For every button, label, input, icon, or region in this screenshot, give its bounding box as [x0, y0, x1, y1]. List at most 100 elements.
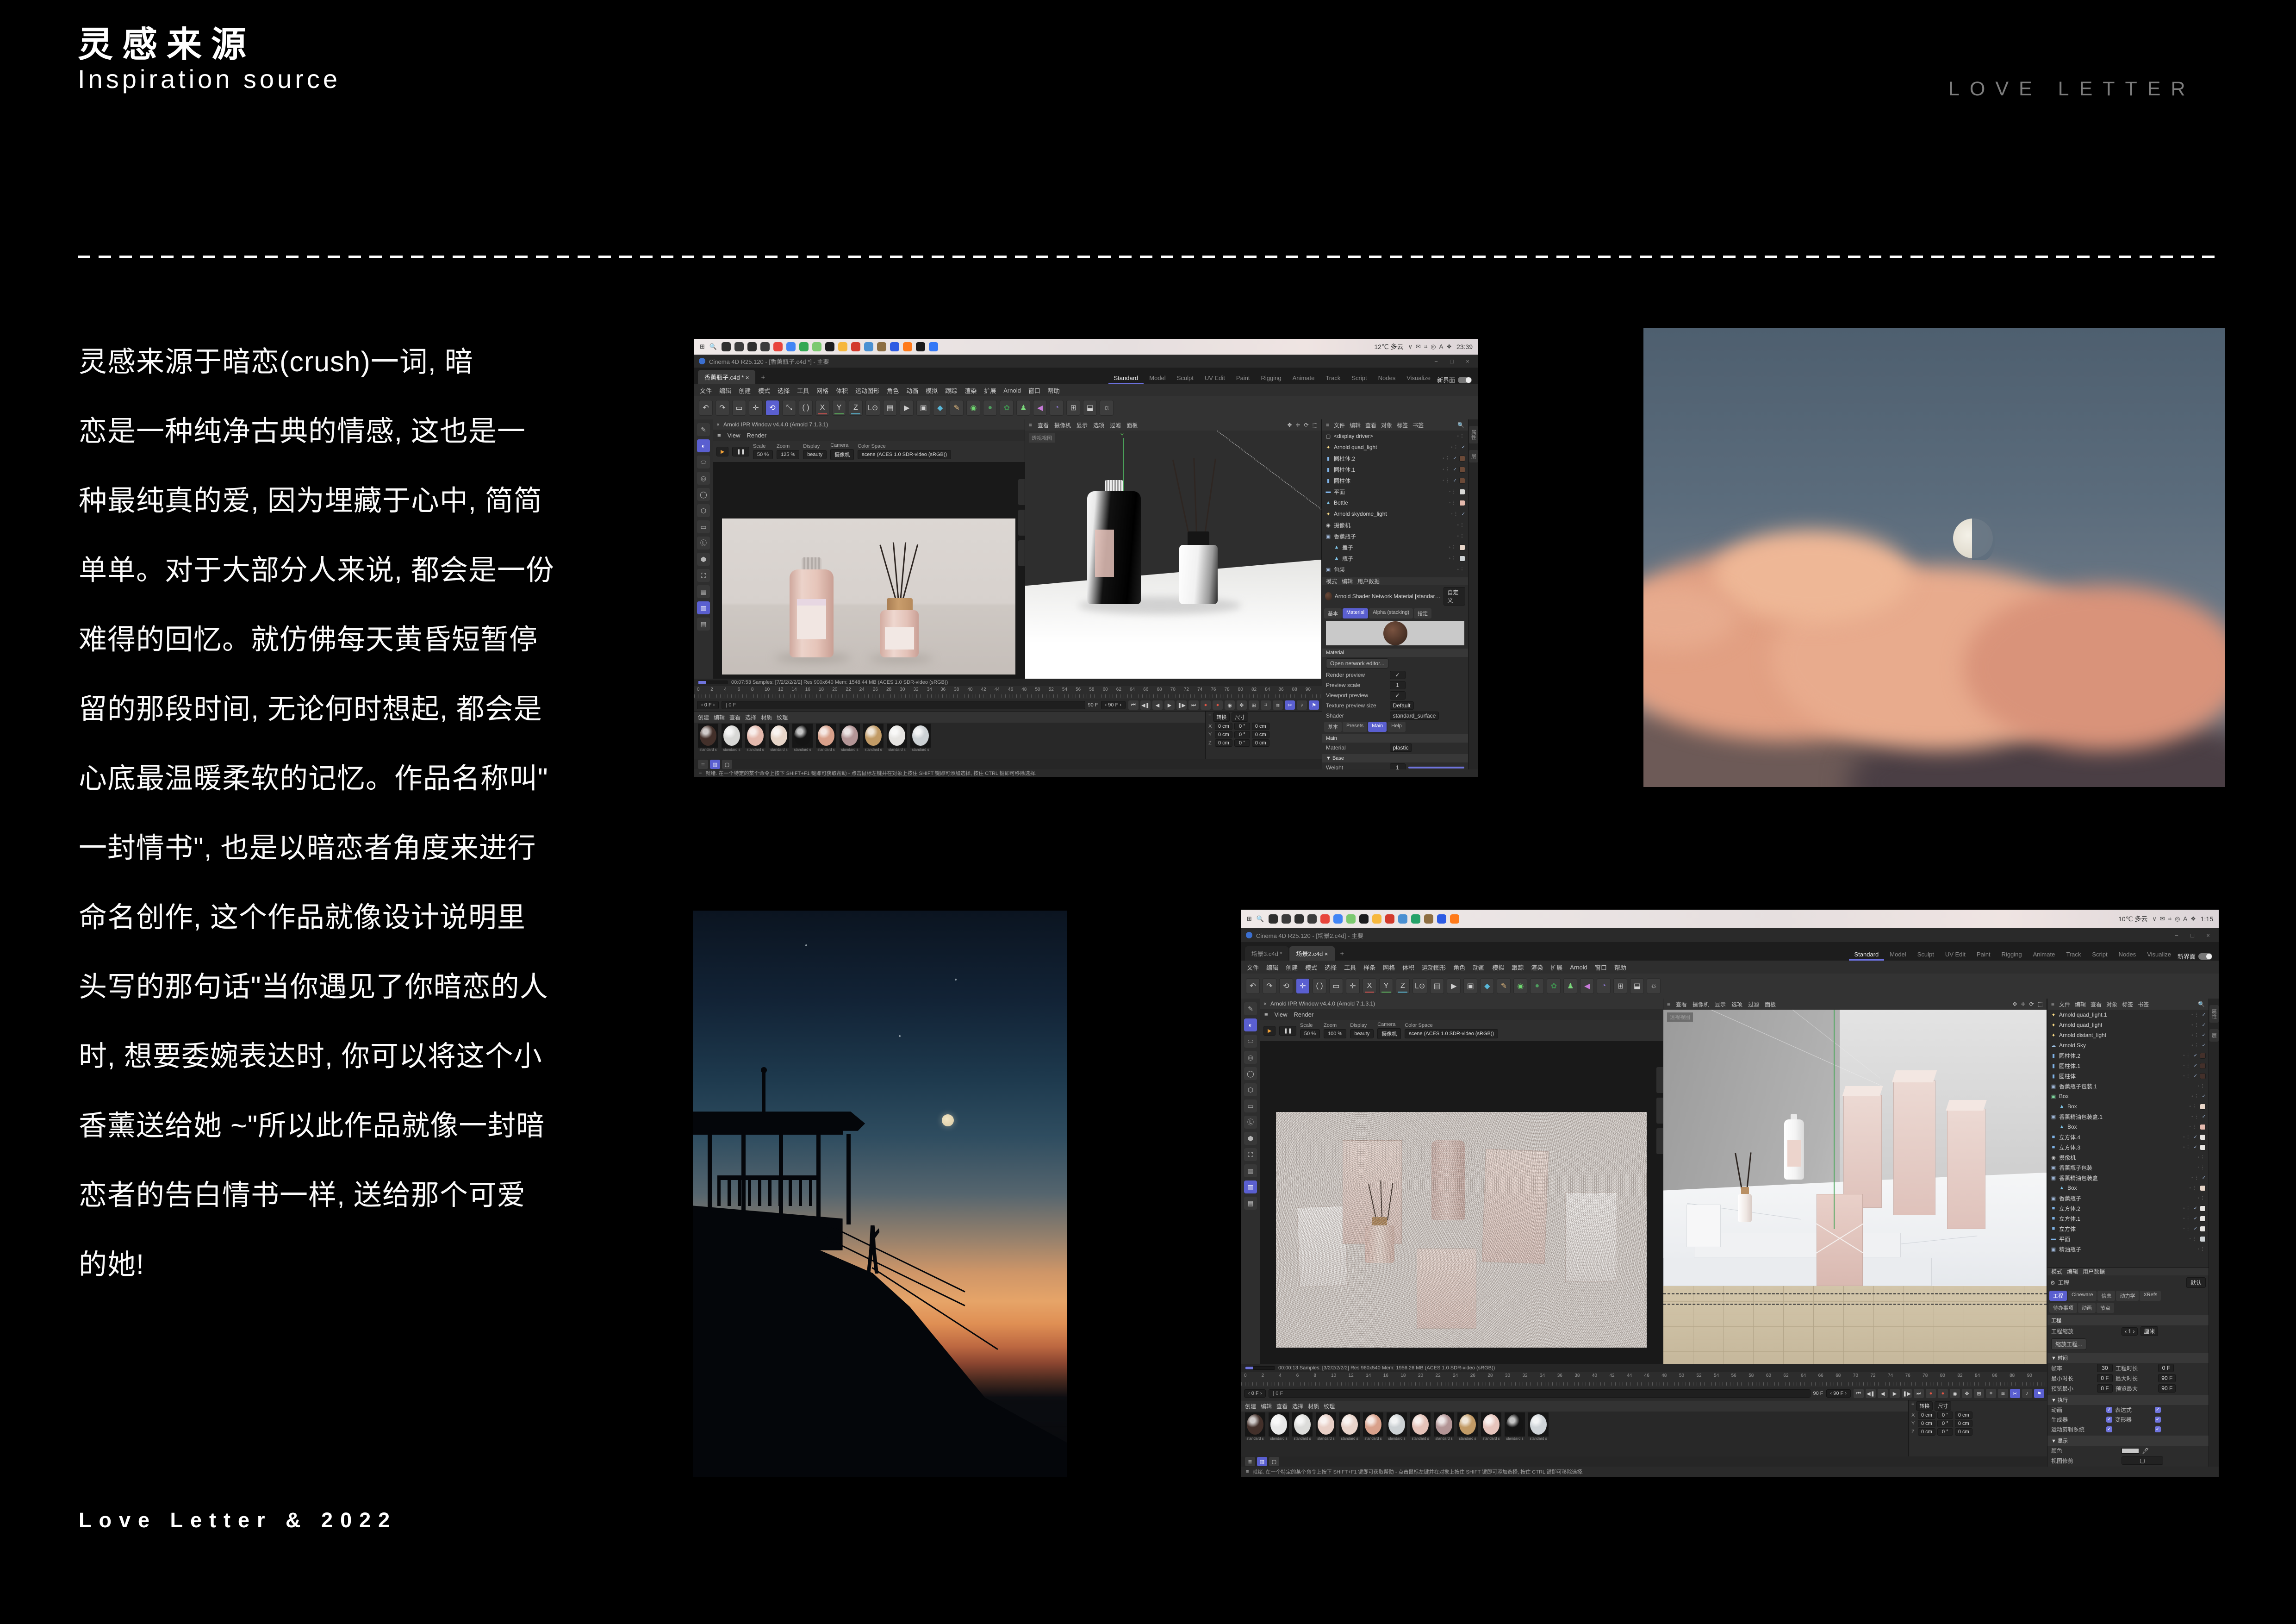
material-swatch[interactable]: standard s: [1315, 1412, 1337, 1441]
enabled-check[interactable]: ✓: [1453, 478, 1457, 483]
toolbar-icon[interactable]: ⟲: [1279, 978, 1293, 994]
tray-icon[interactable]: ∨: [2152, 915, 2157, 923]
taskbar-app-icon[interactable]: [786, 342, 796, 351]
toolbar-icon[interactable]: ▤: [1430, 978, 1444, 994]
preset-select[interactable]: 默认: [2186, 1277, 2206, 1288]
material-swatch[interactable]: standard s: [1362, 1412, 1384, 1441]
material-swatch[interactable]: standard s: [721, 724, 743, 752]
toolbar-icon[interactable]: ✛: [1296, 978, 1310, 994]
toolbar-icon[interactable]: ▣: [1463, 978, 1477, 994]
position-value[interactable]: 0 cm: [1918, 1420, 1935, 1427]
material-menu-item[interactable]: 编辑: [1261, 1402, 1272, 1410]
toolbar-icon[interactable]: ▶: [1447, 978, 1461, 994]
view-toggle-button[interactable]: ▥: [1257, 1457, 1267, 1466]
transport-button[interactable]: ◀❚: [1140, 700, 1151, 710]
checkbox-checked[interactable]: ✓: [2155, 1426, 2161, 1432]
view-toggle-button[interactable]: ≣: [1245, 1457, 1255, 1466]
window-titlebar[interactable]: Cinema 4D R25.120 - [场景2.c4d] - 主要 − □ ×: [1241, 928, 2219, 942]
property-value[interactable]: 1: [1390, 681, 1406, 689]
side-tab[interactable]: 层: [2209, 1029, 2219, 1042]
tool-strip-icon[interactable]: ◐: [697, 439, 710, 452]
tool-strip-icon[interactable]: ▥: [697, 601, 710, 614]
attributes-tab[interactable]: 动力学: [2116, 1291, 2139, 1301]
toolbar-icon[interactable]: ◔: [1050, 400, 1064, 416]
material-swatch[interactable]: standard s: [1338, 1412, 1361, 1441]
enabled-check[interactable]: ✓: [2194, 1216, 2197, 1221]
enabled-check[interactable]: ✓: [2194, 1226, 2197, 1231]
attribute-menu-item[interactable]: 用户数据: [1357, 577, 1380, 585]
minimize-button[interactable]: −: [1430, 358, 1442, 365]
toolbar-icon[interactable]: L⊙: [1412, 978, 1427, 994]
param-value[interactable]: 30: [2097, 1364, 2113, 1372]
viewport-menu-item[interactable]: 过滤: [1748, 1000, 1759, 1008]
attributes-tab[interactable]: 动画: [2078, 1303, 2096, 1313]
material-swatch[interactable]: standard s: [886, 724, 908, 752]
attributes-tab[interactable]: 信息: [2097, 1291, 2115, 1301]
material-swatch[interactable]: standard s: [1527, 1412, 1549, 1441]
toolbar-icon[interactable]: ♟: [1563, 978, 1577, 994]
taskbar-app-icon[interactable]: [1320, 914, 1330, 924]
shader-subtab[interactable]: Presets: [1343, 722, 1367, 732]
transport-button[interactable]: ✂: [2010, 1389, 2020, 1398]
viewport-nav-icon[interactable]: ⬚: [1313, 422, 1318, 428]
material-menu-item[interactable]: 选择: [745, 713, 756, 721]
object-row[interactable]: ▬ 平面 ◦⋮ ✓: [1322, 486, 1468, 497]
ipr-scale-value[interactable]: 50 %: [1300, 1029, 1320, 1038]
menu-item[interactable]: 样条: [1363, 963, 1375, 972]
enabled-check[interactable]: ✓: [2202, 1033, 2206, 1038]
ipr-render-canvas[interactable]: [1260, 1041, 1663, 1364]
toolbar-icon[interactable]: Z: [849, 400, 863, 416]
material-chip[interactable]: [1459, 556, 1465, 562]
visibility-dots[interactable]: ◦⋮: [2189, 1237, 2197, 1242]
transport-button[interactable]: ⊞: [1974, 1389, 1984, 1398]
workspace-tab[interactable]: Visualize: [1401, 372, 1436, 384]
menu-item[interactable]: 文件: [1247, 963, 1259, 972]
toolbar-icon[interactable]: ✛: [1346, 978, 1360, 994]
toolbar-icon[interactable]: ◉: [966, 400, 980, 416]
menu-item[interactable]: 跟踪: [945, 386, 957, 395]
attributes-tab[interactable]: 待办事项: [2049, 1303, 2077, 1313]
taskbar-app-icon[interactable]: [838, 342, 847, 351]
search-icon[interactable]: 🔍: [2198, 1001, 2205, 1007]
tool-strip-icon[interactable]: ▤: [1244, 1197, 1257, 1210]
param-value[interactable]: 0 F: [2097, 1384, 2113, 1393]
material-chip[interactable]: [1459, 467, 1465, 473]
weather-status[interactable]: 10℃ 多云: [2118, 914, 2147, 924]
tool-strip-icon[interactable]: ⬭: [697, 456, 710, 468]
menu-item[interactable]: 编辑: [719, 386, 731, 395]
taskbar-app-icon[interactable]: [1372, 914, 1381, 924]
view-toggle-button[interactable]: ▥: [710, 760, 720, 769]
size-value[interactable]: 0 cm: [1252, 739, 1269, 747]
position-value[interactable]: 0 cm: [1215, 723, 1232, 730]
frame-end[interactable]: ‹ 90 F ›: [1101, 701, 1126, 709]
visibility-dots[interactable]: ◦⋮: [1457, 434, 1465, 439]
ipr-zoom-value[interactable]: 100 %: [1324, 1029, 1346, 1038]
menu-item[interactable]: 文件: [700, 386, 712, 395]
taskbar-app-icon[interactable]: [877, 342, 886, 351]
search-icon[interactable]: 🔍: [1257, 915, 1264, 923]
visibility-dots[interactable]: ◦⋮: [1457, 523, 1465, 528]
transport-button[interactable]: ◉: [1950, 1389, 1960, 1398]
menu-item[interactable]: 模式: [758, 386, 770, 395]
position-value[interactable]: 0 cm: [1918, 1412, 1935, 1419]
side-tab[interactable]: 属性: [2209, 1005, 2219, 1023]
viewport-menu-item[interactable]: 面板: [1765, 1000, 1776, 1008]
object-row[interactable]: ▣ 香薰瓶子包装 ◦⋮ ✓: [2047, 1162, 2209, 1173]
toolbar-icon[interactable]: ✎: [950, 400, 964, 416]
windows-logo-icon[interactable]: ⊞: [1247, 915, 1252, 923]
material-chip[interactable]: [2200, 1073, 2206, 1079]
object-row[interactable]: ▲ Box ◦⋮ ✓: [2047, 1183, 2209, 1193]
hamburger-icon[interactable]: ≡: [1208, 712, 1211, 722]
menu-item[interactable]: Arnold: [1570, 964, 1587, 971]
material-chip[interactable]: [1459, 500, 1465, 506]
tool-strip-icon[interactable]: ◎: [1244, 1051, 1257, 1064]
object-row[interactable]: ▣ 精油瓶子 ◦⋮ ✓: [2047, 1244, 2209, 1254]
taskbar-app-icon[interactable]: [1398, 914, 1407, 924]
visibility-dots[interactable]: ◦⋮: [2183, 1145, 2191, 1150]
object-row[interactable]: ▣ 香薰精油包装盒.1 ◦⋮ ✓: [2047, 1112, 2209, 1122]
material-chip[interactable]: [2200, 1206, 2206, 1212]
material-swatch[interactable]: standard s: [744, 724, 766, 752]
taskbar-app-icon[interactable]: [1307, 914, 1317, 924]
enabled-check[interactable]: ✓: [2202, 1023, 2206, 1028]
tool-strip-icon[interactable]: ⛶: [697, 569, 710, 582]
